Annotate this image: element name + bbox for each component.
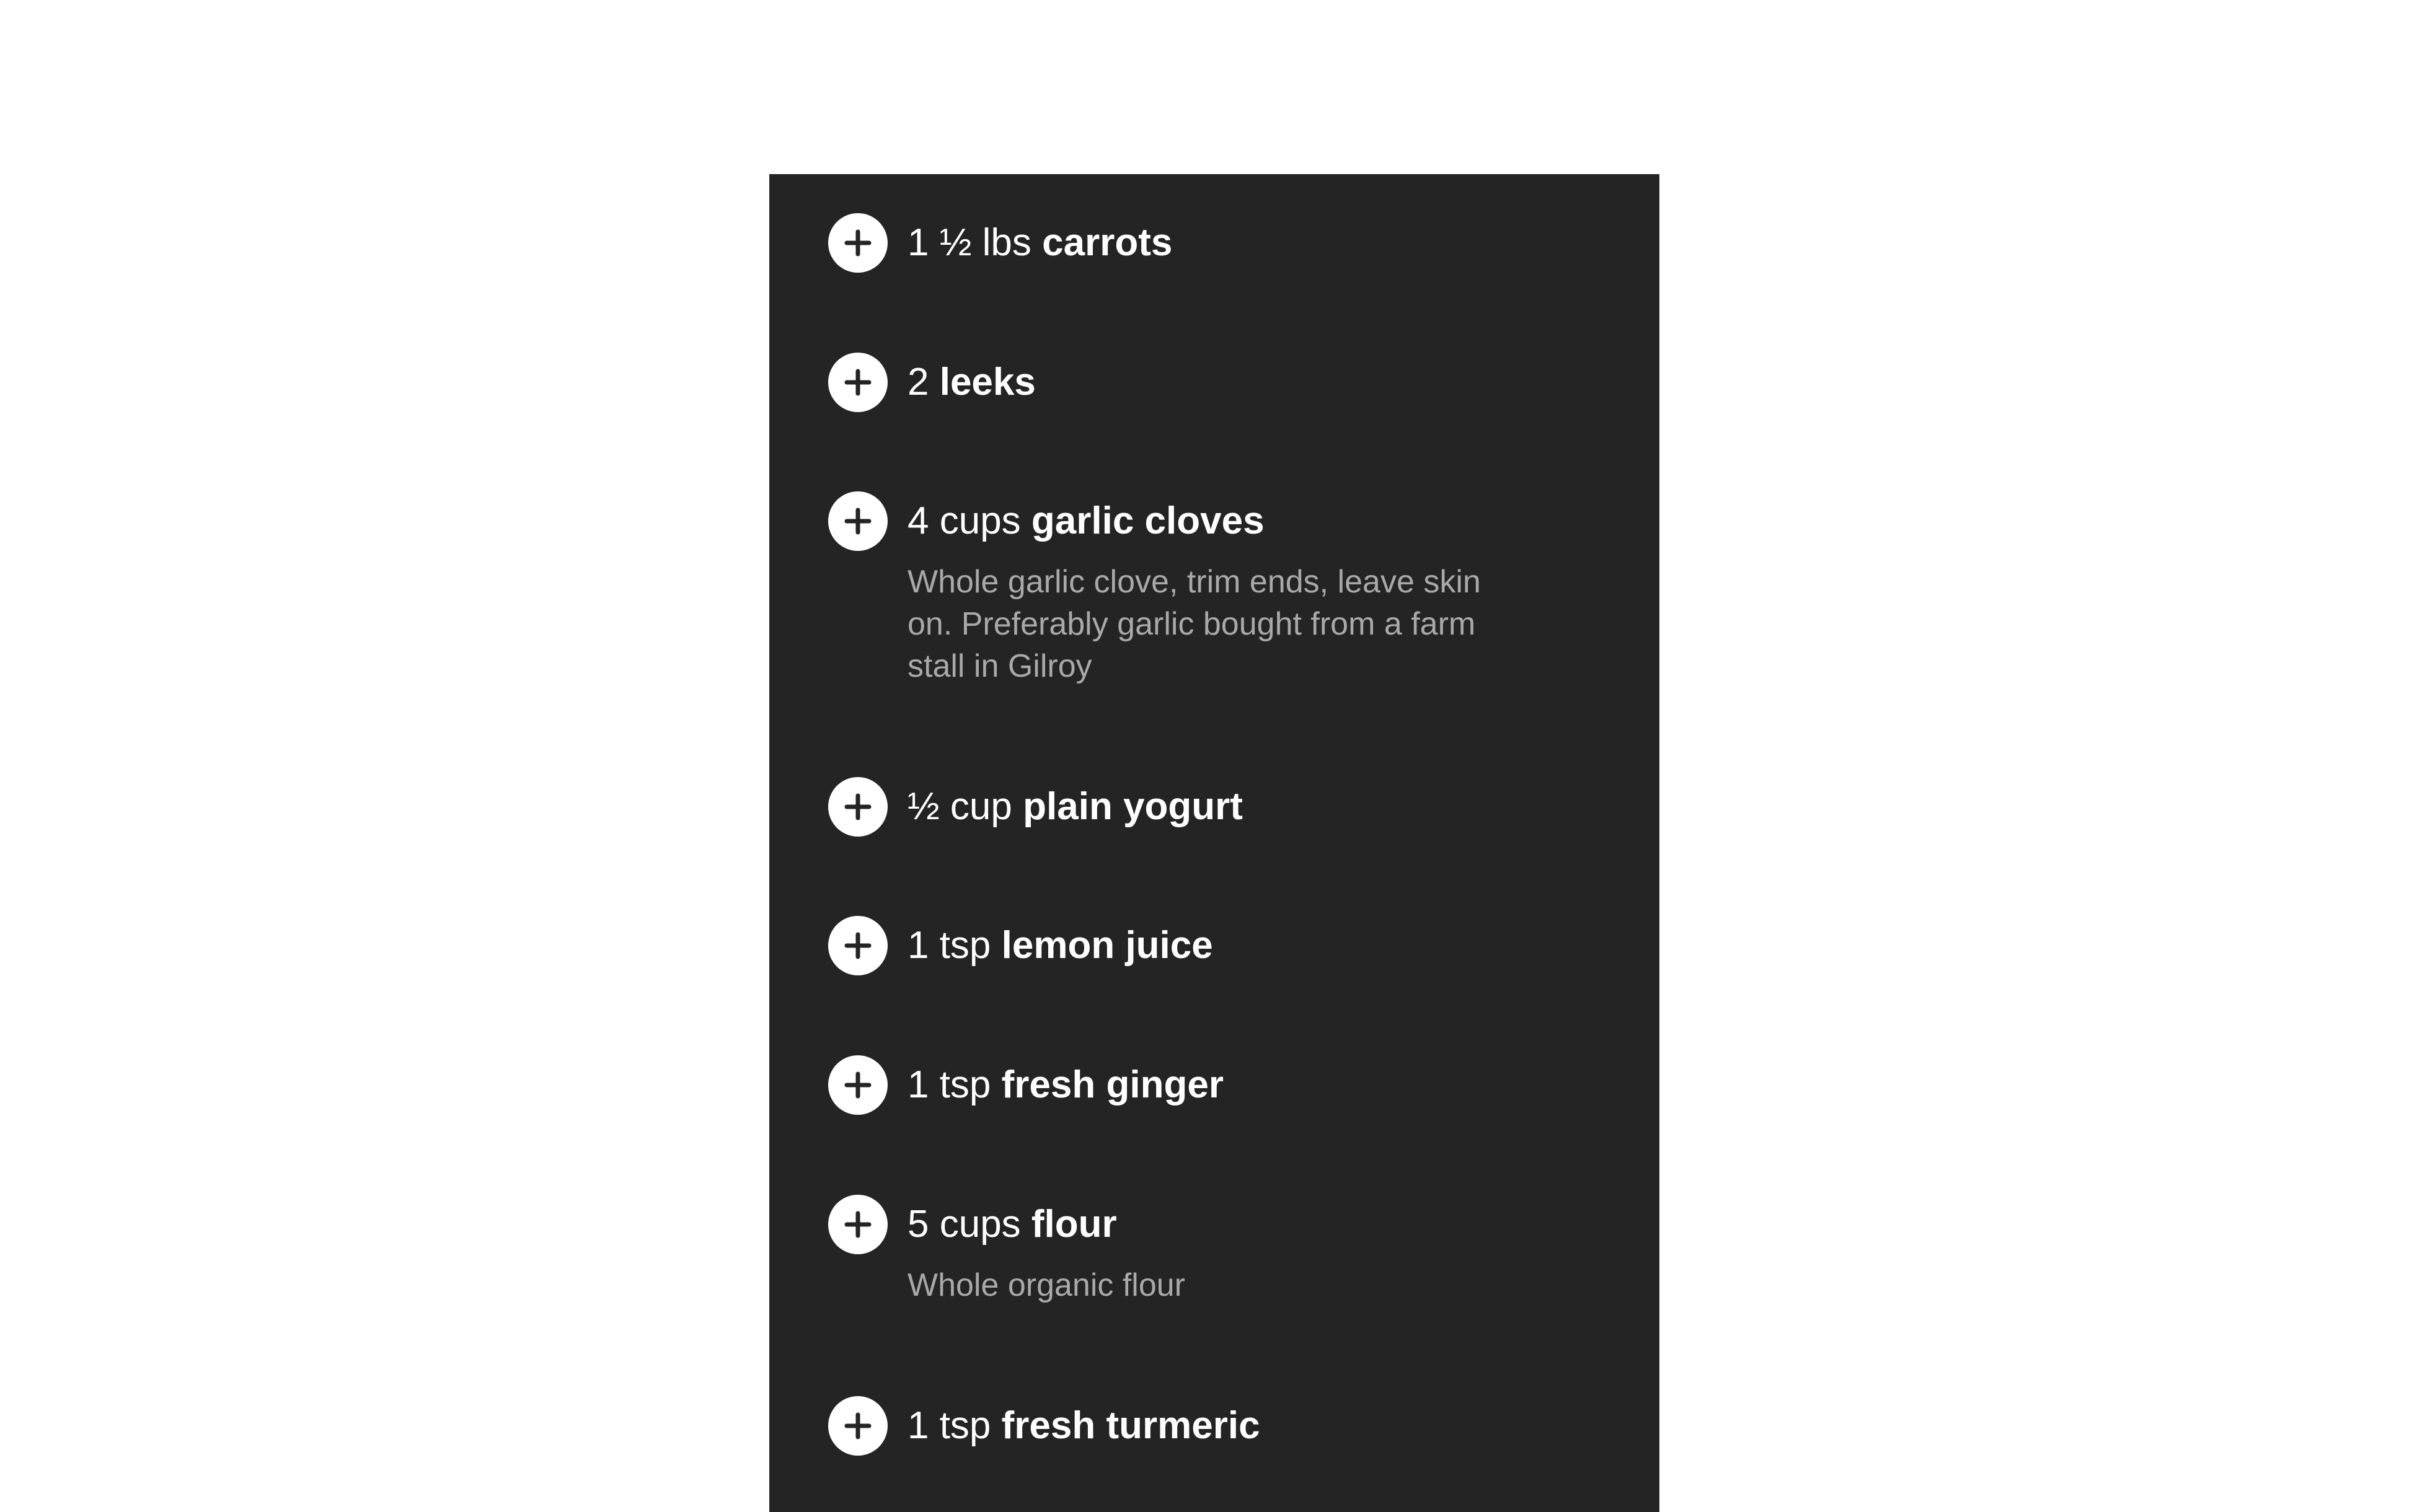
plus-icon xyxy=(844,1071,872,1099)
ingredient-name: leeks xyxy=(939,361,1036,403)
add-ingredient-button[interactable] xyxy=(828,916,888,975)
ingredient-name: fresh ginger xyxy=(1001,1063,1224,1106)
plus-icon xyxy=(844,369,872,396)
ingredient-name: plain yogurt xyxy=(1023,785,1243,828)
ingredient-note: Whole organic flour xyxy=(907,1267,1185,1303)
add-ingredient-button[interactable] xyxy=(828,1396,888,1456)
add-ingredient-button[interactable] xyxy=(828,777,888,837)
ingredient-quantity: 2 xyxy=(907,361,929,403)
ingredient-line: ½ cup plain yogurt xyxy=(907,777,1243,837)
ingredient-line: 1 ½ lbs carrots xyxy=(907,213,1172,273)
add-ingredient-button[interactable] xyxy=(828,1195,888,1254)
ingredient-quantity: 5 cups xyxy=(907,1203,1021,1246)
ingredient-quantity: 4 cups xyxy=(907,499,1021,542)
ingredient-quantity: 1 tsp xyxy=(907,1063,991,1106)
plus-icon xyxy=(844,1412,872,1439)
plus-icon xyxy=(844,932,872,959)
add-ingredient-button[interactable] xyxy=(828,491,888,551)
add-ingredient-button[interactable] xyxy=(828,1055,888,1115)
ingredient-quantity: 1 ½ lbs xyxy=(907,221,1031,264)
ingredient-name: flour xyxy=(1031,1203,1117,1246)
ingredient-quantity: ½ cup xyxy=(907,785,1012,828)
ingredient-name: garlic cloves xyxy=(1031,499,1265,542)
plus-icon xyxy=(844,229,872,257)
ingredient-quantity: 1 tsp xyxy=(907,1404,991,1447)
ingredient-line: 1 tsp lemon juice xyxy=(907,916,1213,975)
plus-icon xyxy=(844,508,872,535)
ingredient-note: Whole garlic clove, trim ends, leave ski… xyxy=(907,564,1481,684)
add-ingredient-button[interactable] xyxy=(828,213,888,273)
ingredient-name: fresh turmeric xyxy=(1001,1404,1260,1447)
ingredient-line: 4 cups garlic cloves xyxy=(907,491,1265,551)
plus-icon xyxy=(844,793,872,820)
ingredient-line: 1 tsp fresh ginger xyxy=(907,1055,1224,1115)
plus-icon xyxy=(844,1211,872,1238)
ingredient-line: 1 tsp fresh turmeric xyxy=(907,1396,1260,1456)
ingredient-quantity: 1 tsp xyxy=(907,924,991,967)
ingredient-line: 2 leeks xyxy=(907,353,1036,412)
ingredients-panel: 1 ½ lbs carrots 2 leeks 4 cups garlic cl… xyxy=(769,174,1659,1512)
add-ingredient-button[interactable] xyxy=(828,353,888,412)
ingredient-name: lemon juice xyxy=(1001,924,1213,967)
ingredient-line: 5 cups flour xyxy=(907,1195,1117,1254)
ingredient-name: carrots xyxy=(1042,221,1173,264)
